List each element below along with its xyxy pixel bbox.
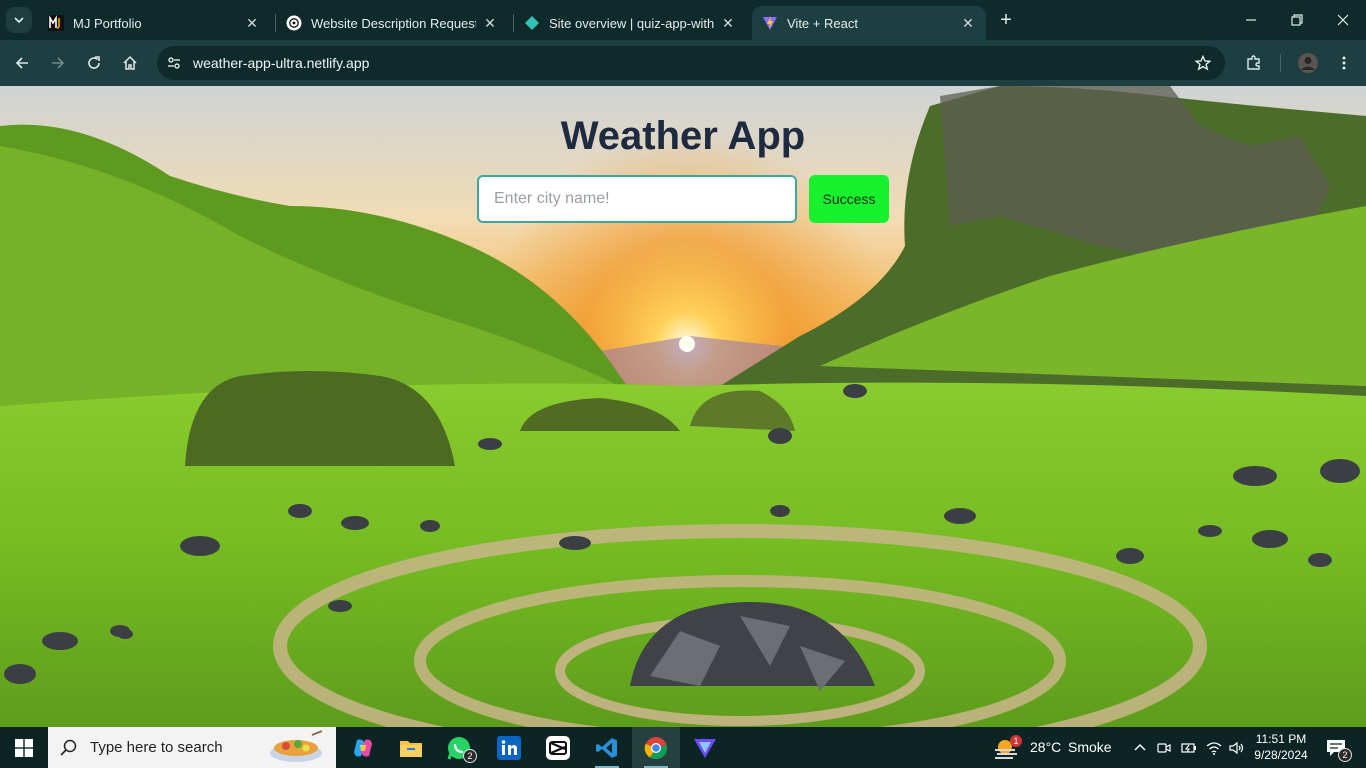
mj-logo-icon — [48, 15, 64, 31]
weather-alert-badge: 1 — [1010, 735, 1022, 747]
search-icon — [60, 739, 77, 756]
chevron-up-icon — [1134, 743, 1146, 750]
puzzle-icon — [1247, 55, 1260, 70]
menu-button[interactable] — [1330, 49, 1358, 77]
tab-title: Site overview | quiz-app-with-re — [549, 15, 714, 31]
close-window-button[interactable] — [1320, 0, 1366, 40]
home-icon — [123, 55, 137, 70]
battery-button[interactable] — [1178, 727, 1200, 768]
vite-icon — [762, 15, 778, 31]
volume-button[interactable] — [1226, 727, 1248, 768]
page-viewport: Weather App Success — [0, 86, 1366, 727]
clock-time: 11:51 PM — [1255, 732, 1307, 746]
browser-toolbar: weather-app-ultra.netlify.app — [0, 40, 1366, 86]
food-bowl-icon — [270, 730, 323, 762]
copilot-icon — [354, 739, 372, 756]
close-tab-icon[interactable]: ✕ — [720, 15, 736, 31]
minimize-icon — [1246, 19, 1256, 21]
close-tab-icon[interactable]: ✕ — [960, 15, 976, 31]
weather-temperature[interactable]: 28°C — [1030, 739, 1061, 755]
taskbar-search-box[interactable]: Type here to search — [48, 727, 336, 768]
tab-title: Website Description Request — [311, 15, 476, 31]
tab-search-button[interactable] — [6, 7, 32, 33]
wifi-icon — [1206, 741, 1222, 755]
forward-button[interactable] — [44, 49, 72, 77]
taskbar-file-explorer[interactable] — [387, 727, 435, 768]
linkedin-icon — [497, 735, 521, 760]
clock-date: 9/28/2024 — [1254, 748, 1308, 762]
camera-icon — [1157, 742, 1171, 753]
taskbar-copilot[interactable] — [339, 727, 387, 768]
profile-button[interactable] — [1294, 49, 1322, 77]
tab-site-overview[interactable]: Site overview | quiz-app-with-re ✕ — [514, 6, 746, 40]
folder-icon — [400, 740, 422, 757]
tab-website-description[interactable]: Website Description Request ✕ — [276, 6, 508, 40]
chatgpt-icon — [286, 15, 302, 31]
taskbar-search-placeholder: Type here to search — [90, 739, 223, 756]
site-info-icon[interactable] — [165, 54, 183, 72]
chevron-down-icon — [14, 17, 24, 24]
netlify-icon — [524, 15, 540, 31]
tab-title: MJ Portfolio — [73, 15, 142, 31]
minimize-button[interactable] — [1228, 0, 1274, 40]
vpn-triangle-icon — [694, 738, 716, 758]
weather-widget-icon[interactable]: 1 — [986, 727, 1026, 768]
capcut-icon — [546, 735, 570, 760]
taskbar-linkedin[interactable] — [485, 727, 533, 768]
reload-button[interactable] — [80, 49, 108, 77]
notification-center-button[interactable]: 2 — [1316, 727, 1356, 768]
close-tab-icon[interactable]: ✕ — [482, 15, 498, 31]
wifi-button[interactable] — [1203, 727, 1225, 768]
home-button[interactable] — [116, 49, 144, 77]
windows-logo-icon — [15, 738, 33, 757]
restore-button[interactable] — [1274, 0, 1320, 40]
battery-charging-icon — [1181, 742, 1196, 753]
address-bar[interactable]: weather-app-ultra.netlify.app — [157, 46, 1225, 80]
start-button[interactable] — [0, 727, 48, 768]
arrow-left-icon — [15, 57, 28, 69]
back-button[interactable] — [8, 49, 36, 77]
show-hidden-icons-button[interactable] — [1130, 727, 1150, 768]
search-submit-button[interactable]: Success — [809, 175, 889, 223]
meet-now-button[interactable] — [1154, 727, 1174, 768]
taskbar-clock[interactable]: 11:51 PM 9/28/2024 — [1250, 731, 1312, 763]
browser-tabstrip: MJ Portfolio ✕ Website Description Reque… — [0, 0, 1366, 40]
weather-condition[interactable]: Smoke — [1068, 739, 1112, 755]
avatar — [1298, 53, 1318, 73]
taskbar-chrome[interactable] — [632, 727, 680, 768]
tab-vite-react[interactable]: Vite + React ✕ — [752, 6, 986, 40]
restore-icon — [1291, 14, 1303, 26]
close-tab-icon[interactable]: ✕ — [244, 15, 260, 31]
vscode-icon — [596, 737, 617, 758]
new-tab-button[interactable]: + — [994, 8, 1018, 32]
arrow-right-icon — [52, 57, 65, 69]
kebab-menu-icon — [1342, 56, 1346, 70]
tab-mj-portfolio[interactable]: MJ Portfolio ✕ — [38, 6, 270, 40]
notification-count-badge: 2 — [1338, 748, 1352, 762]
taskbar-vscode[interactable] — [583, 727, 631, 768]
extensions-button[interactable] — [1240, 49, 1268, 77]
tab-title: Vite + React — [787, 15, 858, 31]
close-icon — [1337, 14, 1349, 26]
taskbar-whatsapp[interactable]: 2 — [435, 727, 483, 768]
windows-taskbar: Type here to search 2 1 28°C Smoke 11:51… — [0, 727, 1366, 768]
taskbar-proton-vpn[interactable] — [681, 727, 729, 768]
whatsapp-unread-badge: 2 — [463, 749, 477, 763]
taskbar-capcut[interactable] — [534, 727, 582, 768]
chrome-icon — [644, 736, 668, 759]
speaker-icon — [1229, 741, 1244, 754]
reload-icon — [88, 56, 100, 69]
app-title: Weather App — [560, 114, 806, 158]
bookmark-star-icon[interactable] — [1193, 53, 1213, 73]
url-text: weather-app-ultra.netlify.app — [193, 55, 370, 71]
toolbar-separator — [1280, 54, 1281, 72]
city-search-input[interactable] — [477, 175, 797, 223]
